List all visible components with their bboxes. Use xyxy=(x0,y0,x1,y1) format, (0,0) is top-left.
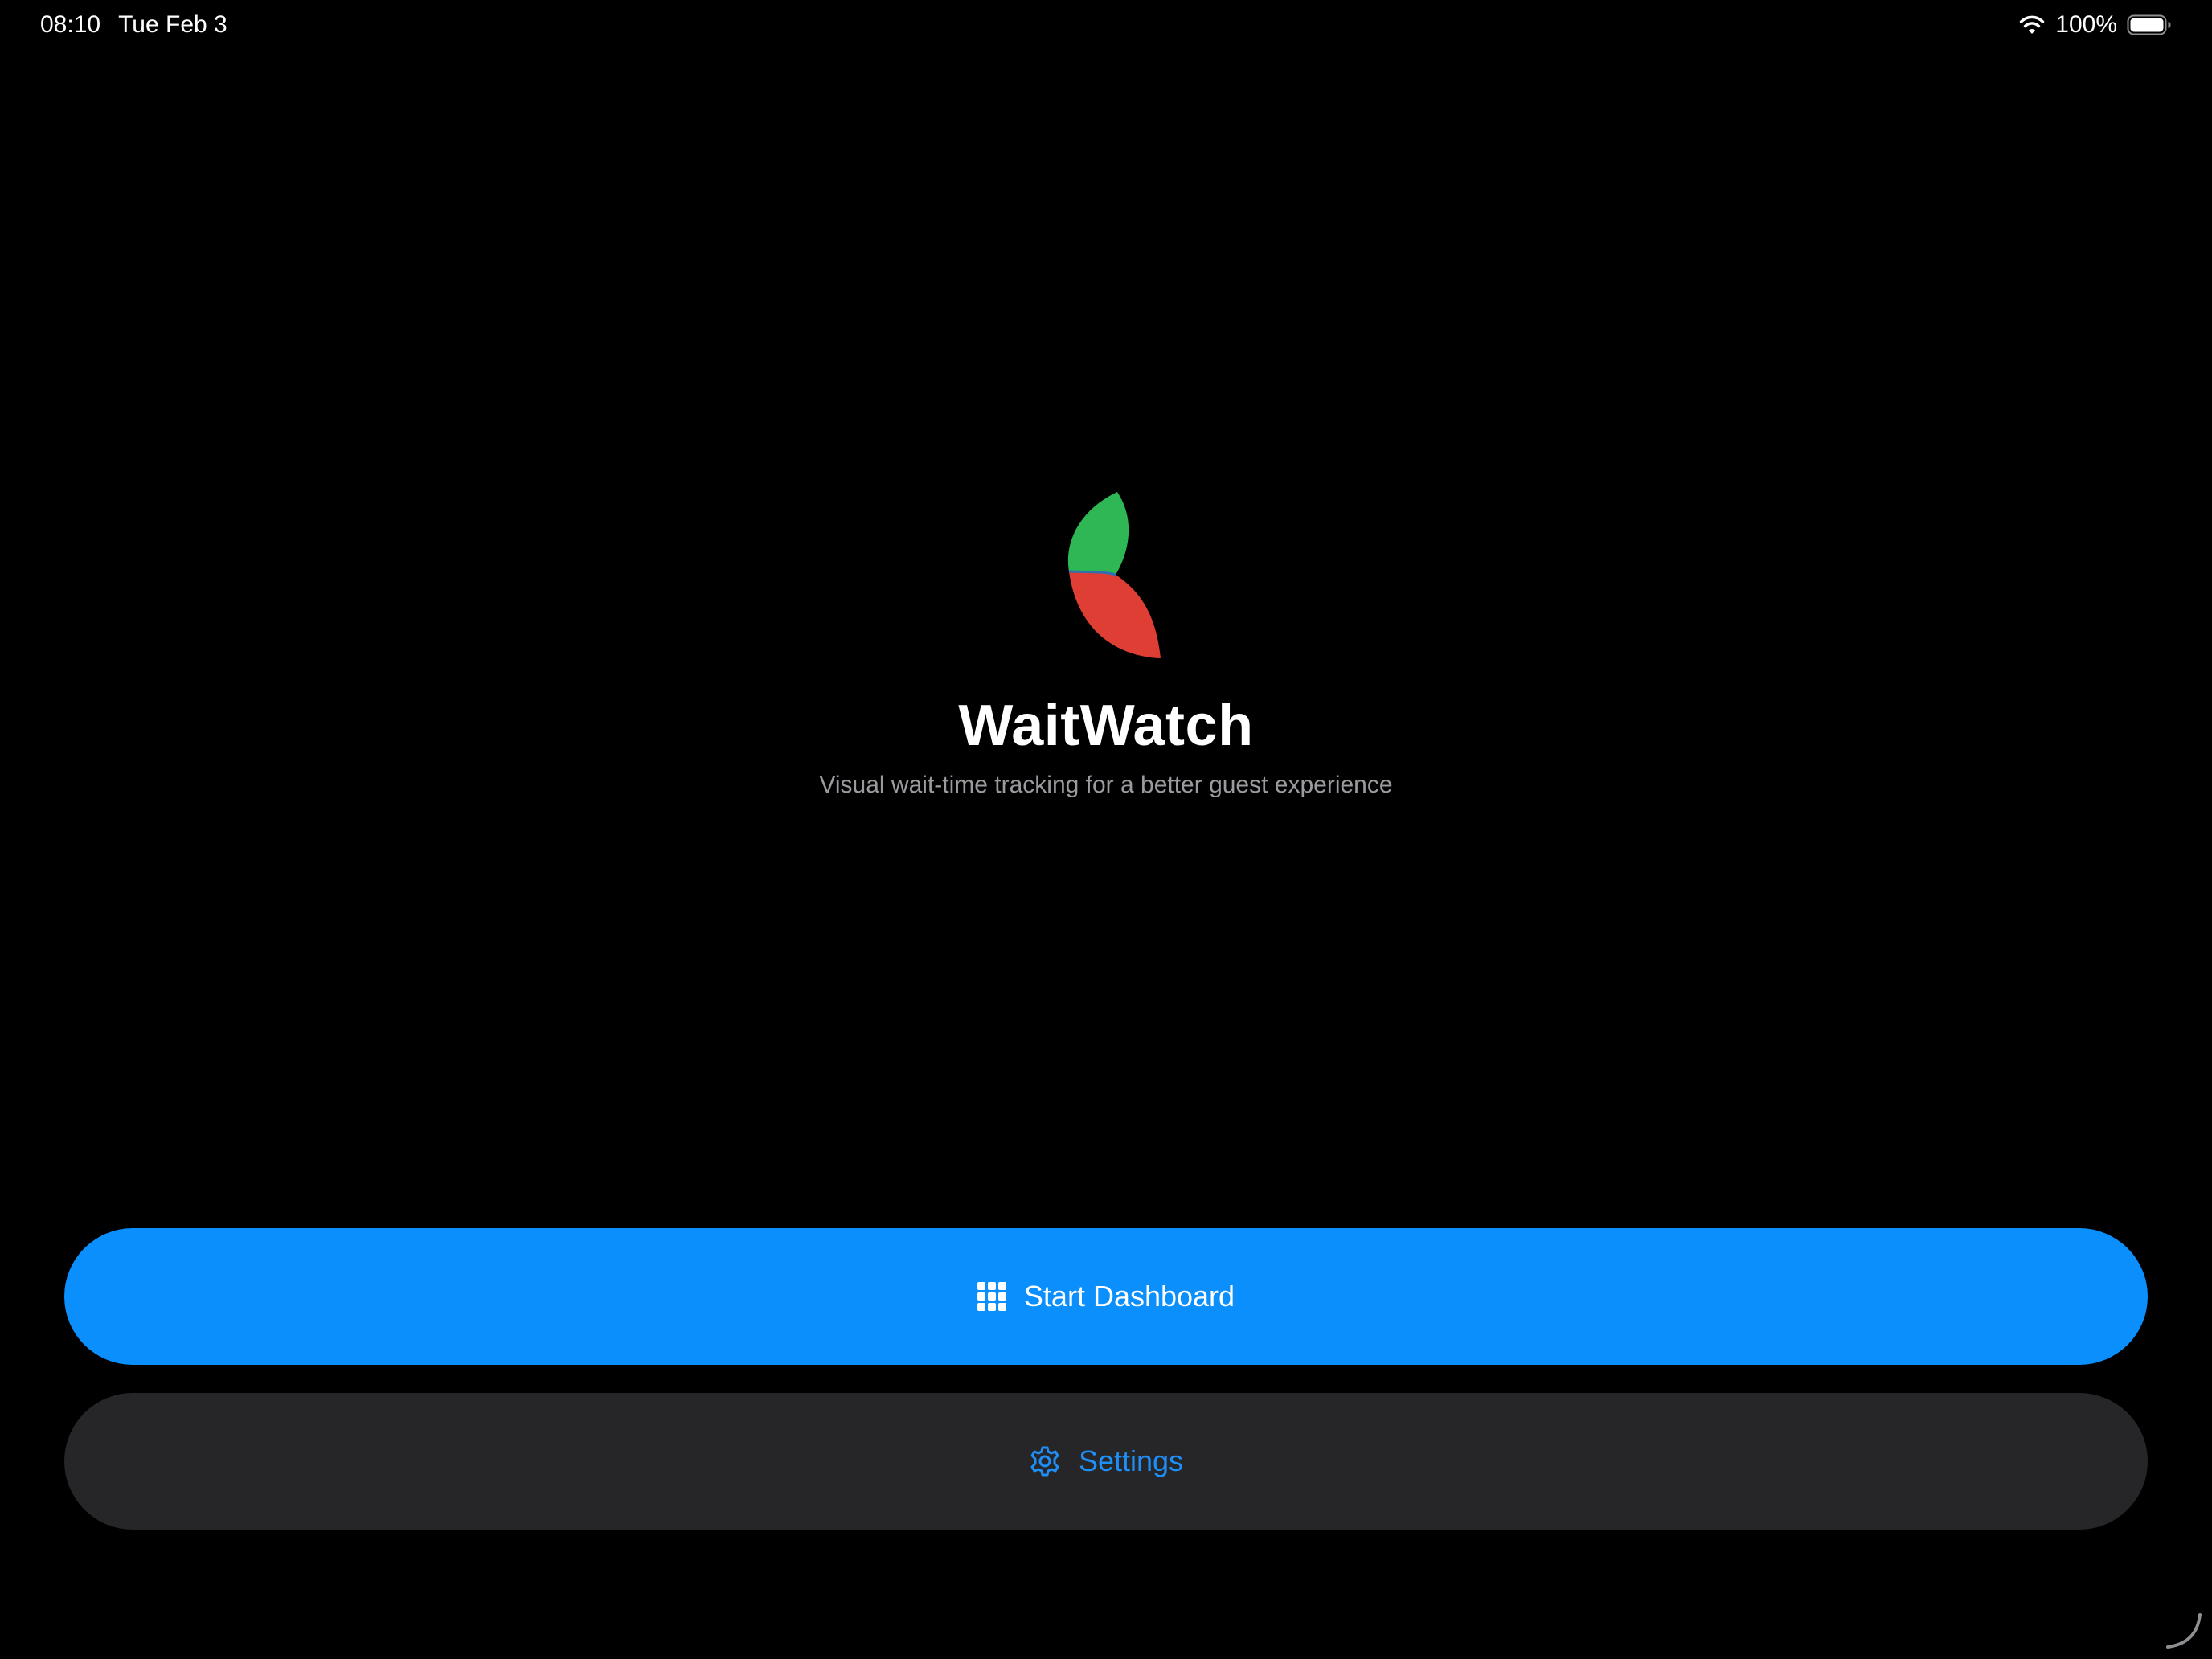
start-dashboard-label: Start Dashboard xyxy=(1023,1280,1235,1313)
grid-icon xyxy=(977,1282,1006,1311)
home-indicator-icon xyxy=(2164,1611,2204,1651)
wifi-icon xyxy=(2018,14,2046,35)
gear-icon xyxy=(1029,1445,1061,1477)
status-left: 08:10 Tue Feb 3 xyxy=(40,11,227,39)
status-time: 08:10 xyxy=(40,11,101,38)
status-bar: 08:10 Tue Feb 3 100% xyxy=(0,0,2212,51)
app-subtitle: Visual wait-time tracking for a better g… xyxy=(819,772,1393,798)
waitwatch-logo-icon xyxy=(1061,486,1165,663)
settings-label: Settings xyxy=(1078,1444,1184,1477)
start-dashboard-button[interactable]: Start Dashboard xyxy=(64,1228,2148,1365)
battery-icon xyxy=(2127,14,2172,35)
status-date: Tue Feb 3 xyxy=(118,11,227,38)
app-title: WaitWatch xyxy=(958,694,1254,758)
settings-button[interactable]: Settings xyxy=(64,1393,2148,1530)
status-right: 100% xyxy=(2018,11,2172,39)
battery-percent: 100% xyxy=(2055,11,2117,38)
